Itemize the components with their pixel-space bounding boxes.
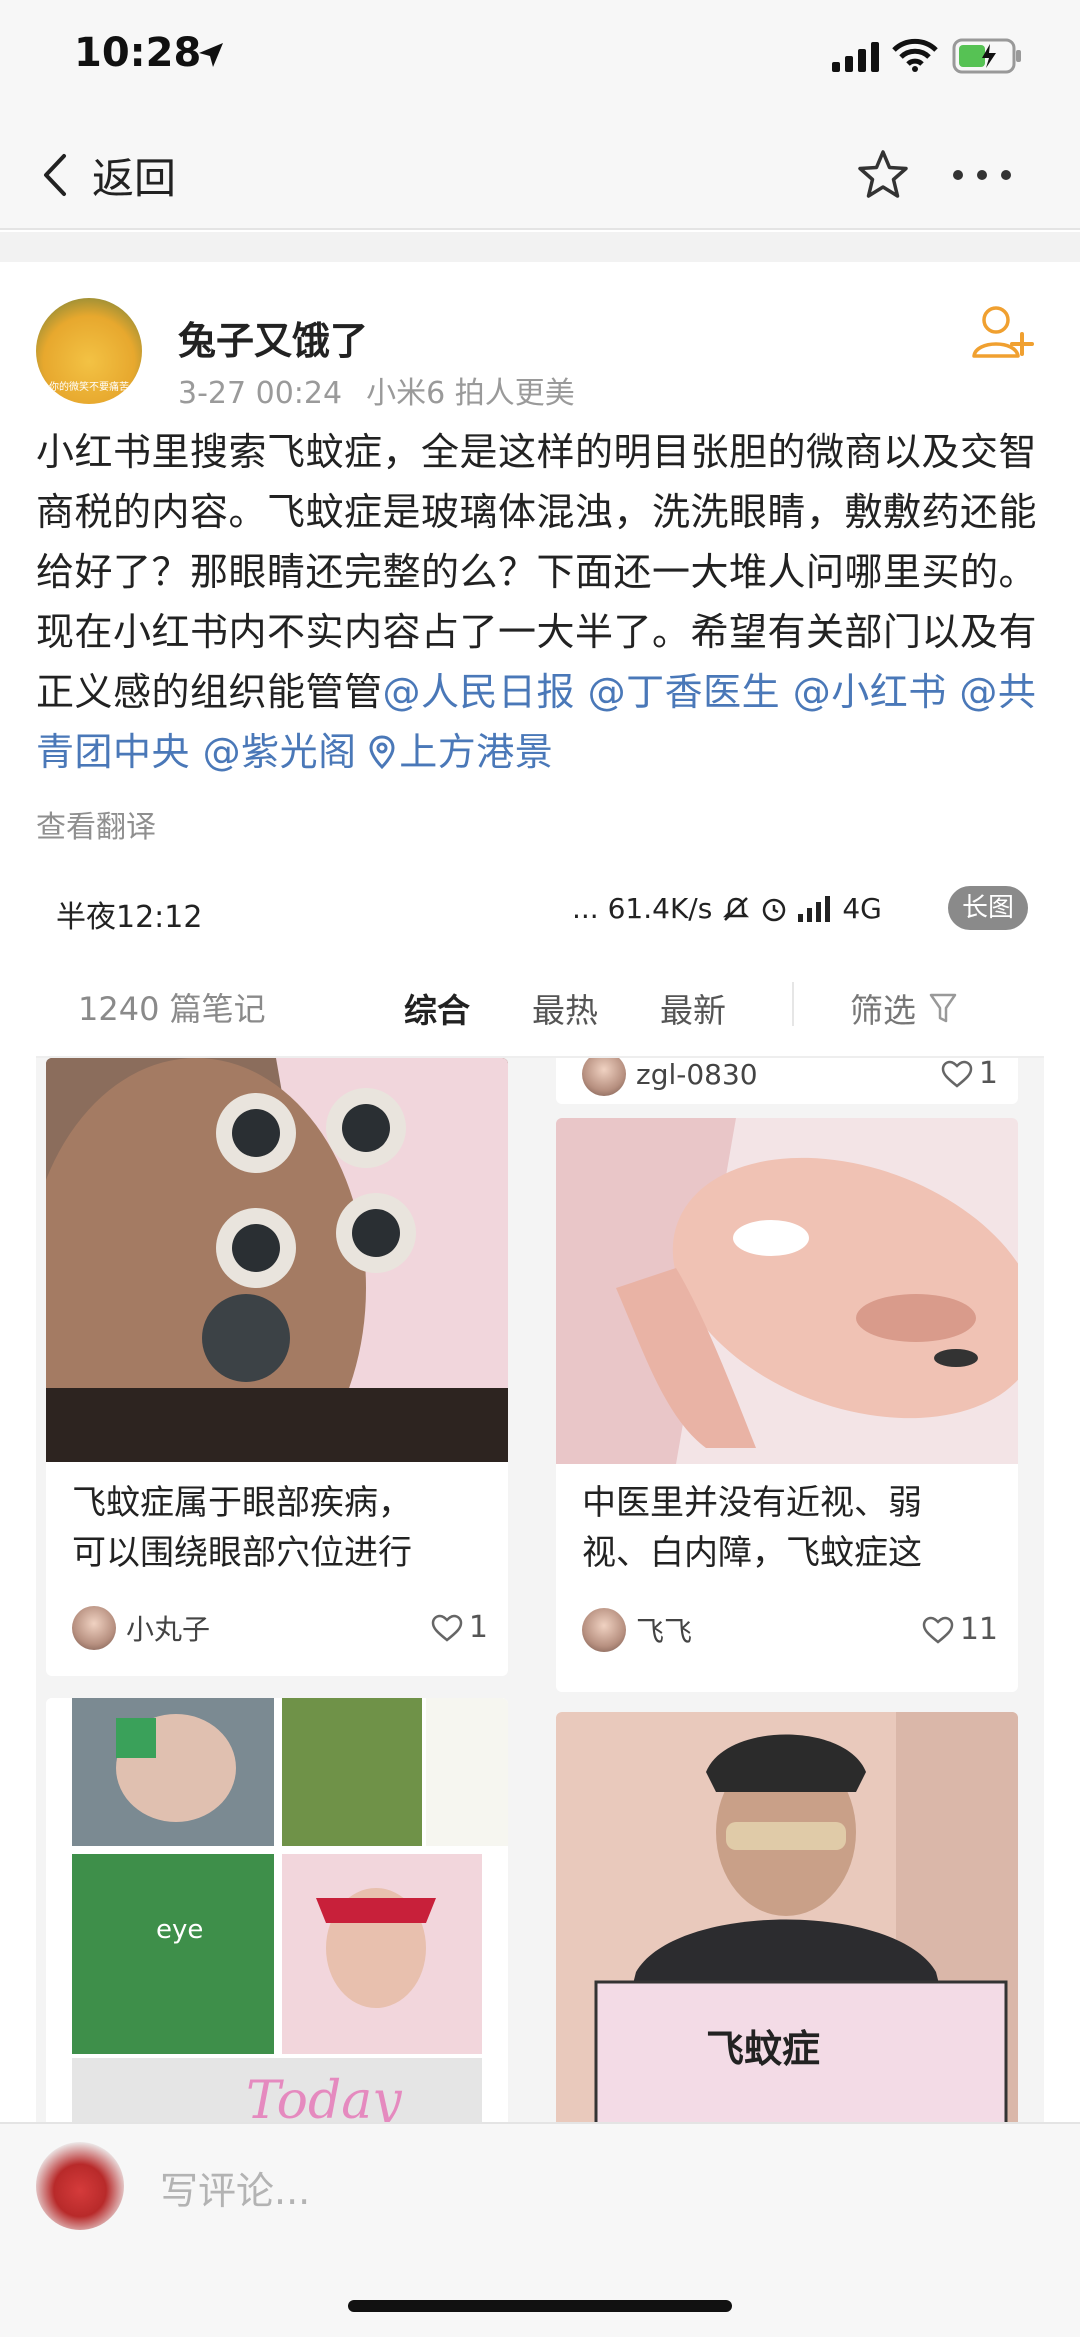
wifi-icon [892,38,938,72]
card-title-line: 视、白内障，飞蚊症这 [582,1533,922,1573]
mention-link[interactable]: @紫光阁 [203,730,357,774]
network-type: 4G [842,892,882,925]
note-count: 1240 篇笔记 [78,990,266,1028]
note-card[interactable]: 飞蚊症 [556,1712,1018,2122]
embed-status-icons: ... 61.4K/s 4G [572,892,882,925]
image-text: Today [246,2071,402,2122]
note-image: 飞蚊症 [556,1712,1018,2122]
card-username: 小丸子 [126,1613,211,1646]
mute-icon [723,896,750,921]
user-avatar [582,1058,626,1096]
username[interactable]: 兔子又饿了 [178,310,368,365]
note-card[interactable]: 中医里并没有近视、弱 视、白内障，飞蚊症这 飞飞 11 [556,1118,1018,1692]
card-username: zgl-0830 [636,1058,758,1091]
like-count: 11 [959,1612,998,1647]
note-card[interactable]: eye Today [46,1698,508,2122]
alarm-icon [763,898,786,921]
note-card[interactable]: 飞蚊症属于眼部疾病， 可以围绕眼部穴位进行 小丸子 1 [46,1058,508,1676]
card-like[interactable]: 1 [431,1610,488,1645]
image-text: eye [156,1915,203,1945]
tab-hottest[interactable]: 最热 [532,984,598,1032]
filter-icon [929,993,957,1023]
embed-status-bar: 半夜12:12 ... 61.4K/s 4G 长图 [36,862,1044,952]
mention-link[interactable]: @小红书 [793,670,947,714]
chevron-left-icon [44,154,66,196]
mention-link[interactable]: @丁香医生 [588,670,781,714]
notes-feed: zgl-0830 1 飞蚊症属于眼部疾病， 可以围绕眼部穴位进行 小丸子 1 中… [36,1058,1044,2122]
tab-newest[interactable]: 最新 [660,984,726,1032]
nav-bar: 返回 [0,120,1080,230]
location-pin-icon [369,735,395,770]
add-follow-icon[interactable] [970,302,1040,362]
filter-button[interactable]: 筛选 [850,984,958,1032]
image-text: 飞蚊症 [706,2027,820,2071]
card-title-line: 中医里并没有近视、弱 [582,1483,922,1523]
card-title-line: 可以围绕眼部穴位进行 [72,1533,412,1573]
card-username: 飞飞 [636,1615,693,1648]
location-label: 上方港景 [399,730,554,774]
comment-input[interactable]: 写评论... [160,2160,310,2215]
card-like[interactable]: 1 [941,1058,998,1091]
location-arrow-icon [199,43,223,67]
signal-icon [832,42,879,72]
mention-link[interactable]: @人民日报 [383,670,576,714]
more-icon[interactable] [950,148,1014,202]
user-avatar [582,1608,626,1652]
card-title: 中医里并没有近视、弱 视、白内障，飞蚊症这 [582,1478,922,1578]
post-text: 小红书里搜索飞蚊症，全是这样的明目张胆的微商以及交智商税的内容。飞蚊症是玻璃体混… [36,422,1046,782]
my-avatar [36,2142,124,2230]
comment-bar: 写评论... [0,2122,1080,2337]
card-like[interactable]: 11 [922,1612,998,1647]
translate-link[interactable]: 查看翻译 [36,802,156,846]
heart-icon [941,1060,973,1088]
avatar-caption: 你的微笑不要痛苦 [49,382,129,393]
battery-icon [952,38,1021,74]
card-title: 飞蚊症属于眼部疾病， 可以围绕眼部穴位进行 [72,1478,412,1578]
avatar[interactable]: 你的微笑不要痛苦 [36,298,142,404]
card-user: 小丸子 [72,1606,210,1650]
note-card[interactable]: zgl-0830 1 [556,1058,1018,1104]
note-image: eye Today [46,1698,508,2122]
tab-comprehensive[interactable]: 综合 [404,984,470,1032]
card-user: zgl-0830 [582,1058,758,1096]
post-meta: 3-27 00:24 小米6 拍人更美 [178,368,599,412]
user-avatar [72,1606,116,1650]
note-image [556,1118,1018,1464]
divider [792,982,794,1026]
network-speed: ... 61.4K/s [572,892,713,925]
embedded-screenshot[interactable]: 半夜12:12 ... 61.4K/s 4G 长图 1240 篇笔记 综合 最热… [36,862,1044,2122]
note-image [46,1058,508,1462]
post-date: 3-27 00:24 [178,376,343,411]
like-count: 1 [468,1610,488,1645]
back-label: 返回 [92,153,177,203]
status-bar: 10:28 [0,0,1080,120]
embed-status-time: 半夜12:12 [56,900,203,935]
card-title-line: 飞蚊症属于眼部疾病， [72,1483,412,1523]
home-indicator[interactable] [348,2300,732,2312]
heart-icon [431,1614,463,1642]
location-link[interactable]: 上方港景 [369,730,553,774]
long-image-badge: 长图 [948,886,1029,930]
back-button[interactable]: 返回 [40,142,176,208]
post: 你的微笑不要痛苦 兔子又饿了 3-27 00:24 小米6 拍人更美 小红书里搜索… [0,262,1080,2122]
post-device: 小米6 拍人更美 [366,376,575,411]
star-icon[interactable] [856,148,910,202]
card-user: 飞飞 [582,1608,692,1652]
filter-label: 筛选 [850,991,916,1030]
signal-icon [798,895,831,922]
separator [0,232,1080,262]
heart-icon [922,1616,954,1644]
embed-tab-bar: 1240 篇笔记 综合 最热 最新 筛选 [36,952,1044,1058]
like-count: 1 [978,1058,998,1091]
status-time: 10:28 [74,30,202,76]
